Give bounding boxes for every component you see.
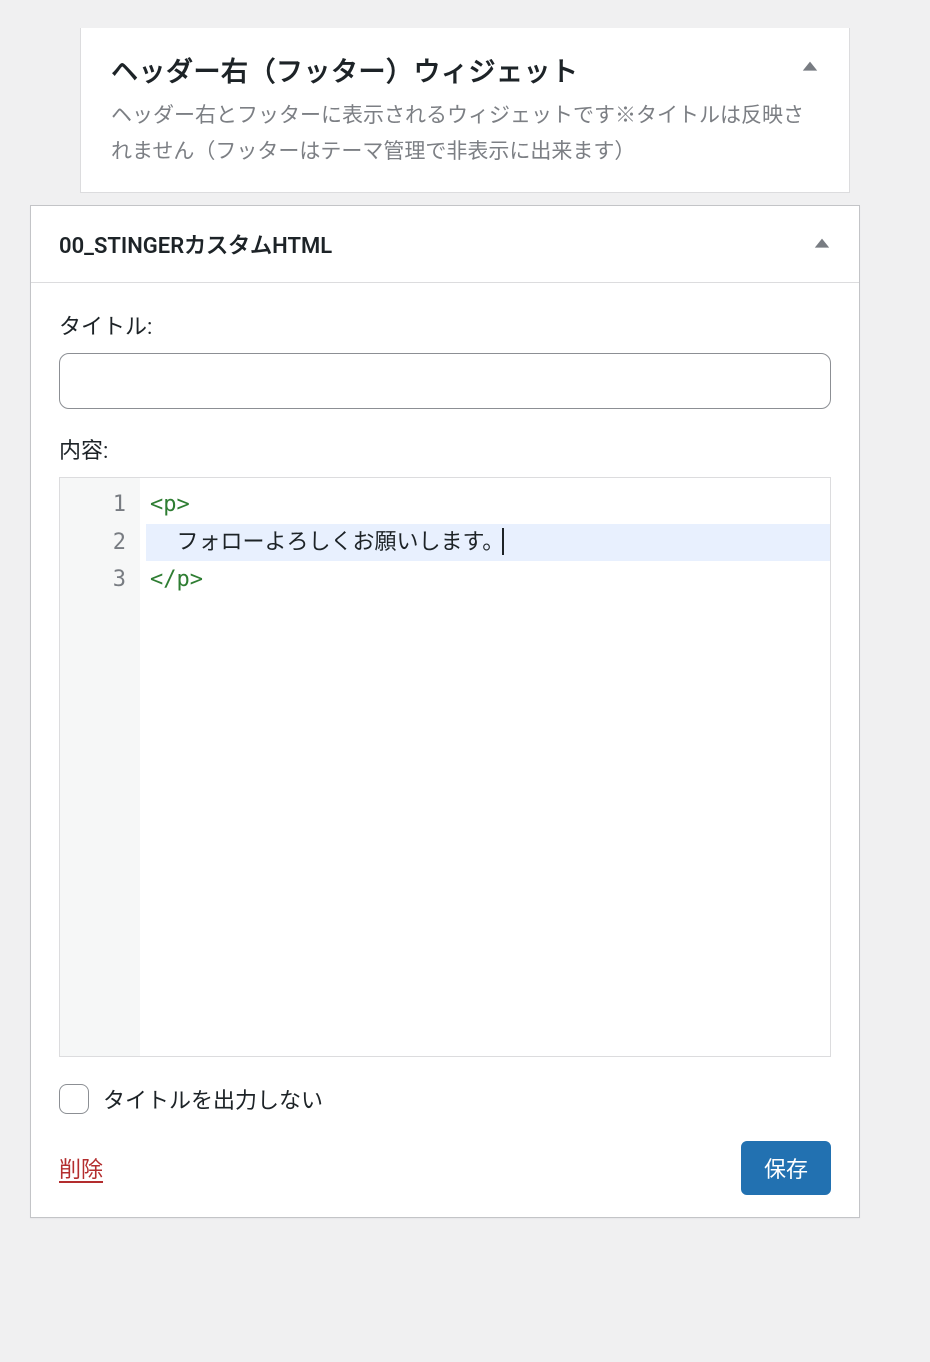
widget-item-header[interactable]: 00_STINGERカスタムHTML [31,206,859,283]
widget-item-body: タイトル: 内容: 1 2 3 <p> フォローよろしくお願いします。 </p> [31,283,859,1217]
triangle-up-icon[interactable] [813,235,831,253]
title-field-row: タイトル: [59,309,831,409]
widget-area-header[interactable]: ヘッダー右（フッター）ウィジェット ヘッダー右とフッターに表示されるウィジェット… [81,28,849,184]
code-content[interactable]: <p> フォローよろしくお願いします。 </p> [140,478,830,1056]
widget-actions: 削除 保存 [59,1141,831,1195]
widget-item-panel: 00_STINGERカスタムHTML タイトル: 内容: 1 2 3 [30,205,860,1218]
hide-title-checkbox[interactable] [59,1084,89,1114]
code-line: <p> [146,486,830,523]
content-field-row: 内容: 1 2 3 <p> フォローよろしくお願いします。 </p> [59,433,831,1057]
title-input[interactable] [59,353,831,409]
triangle-up-icon[interactable] [801,58,819,76]
widget-area-title: ヘッダー右（フッター）ウィジェット [111,50,819,89]
text-cursor-icon [502,528,504,554]
code-line-active: フォローよろしくお願いします。 [146,524,830,561]
line-number: 2 [70,524,130,561]
content-field-label: 内容: [59,433,831,465]
code-line: </p> [146,561,830,598]
save-button[interactable]: 保存 [741,1141,831,1195]
widget-area-panel: ヘッダー右（フッター）ウィジェット ヘッダー右とフッターに表示されるウィジェット… [80,28,850,193]
widget-area-description: ヘッダー右とフッターに表示されるウィジェットです※タイトルは反映されません（フッ… [111,99,819,170]
line-number: 3 [70,561,130,598]
widget-item-title: 00_STINGERカスタムHTML [59,228,332,260]
code-gutter: 1 2 3 [60,478,140,1056]
delete-link[interactable]: 削除 [59,1152,103,1184]
hide-title-label: タイトルを出力しない [103,1083,323,1115]
line-number: 1 [70,486,130,523]
hide-title-row: タイトルを出力しない [59,1083,831,1115]
code-editor[interactable]: 1 2 3 <p> フォローよろしくお願いします。 </p> [59,477,831,1057]
title-field-label: タイトル: [59,309,831,341]
